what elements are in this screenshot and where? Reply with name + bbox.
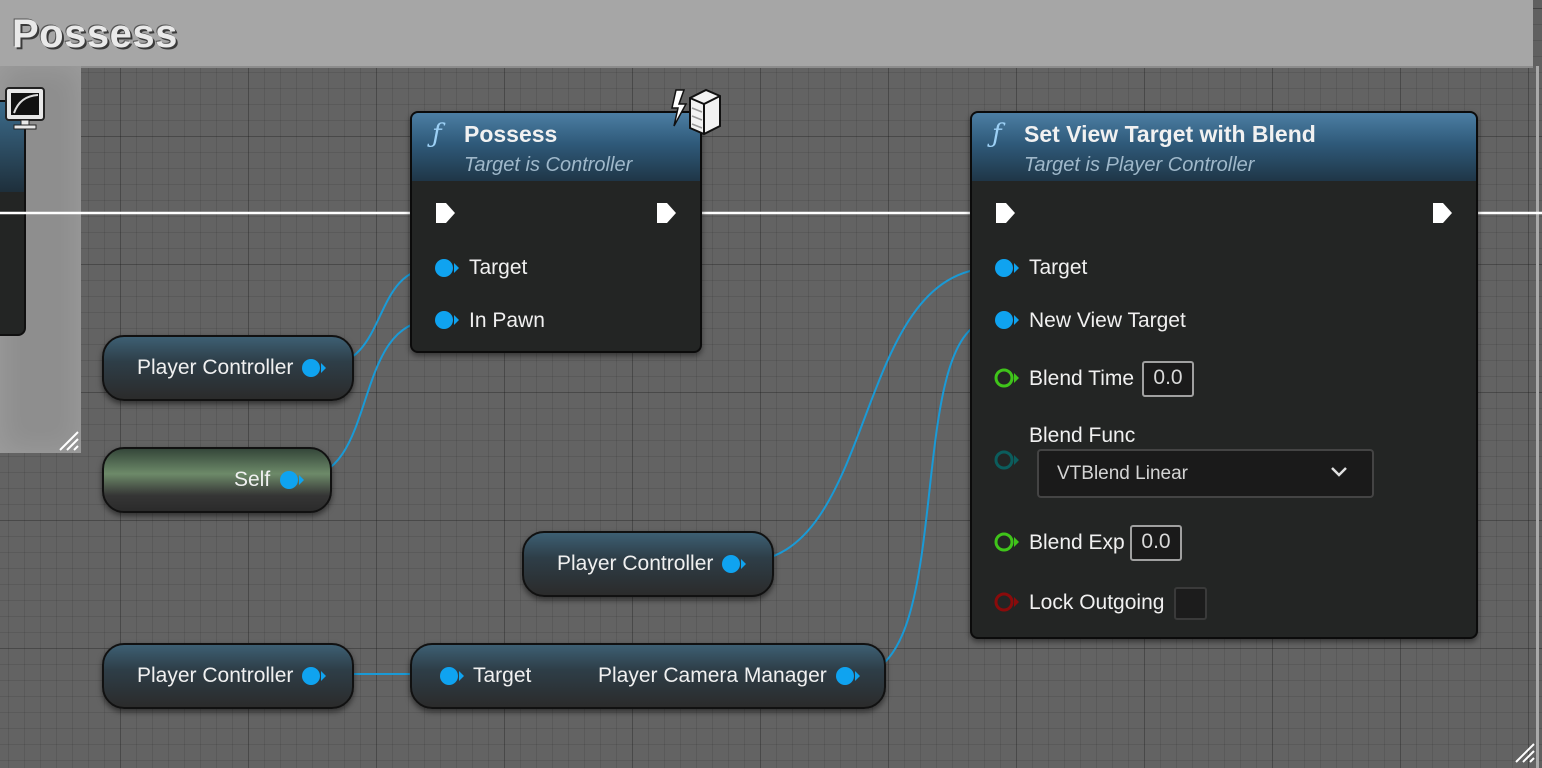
set-view-target-node-header[interactable]: ƒ Set View Target with Blend Target is P…: [972, 113, 1476, 181]
possess-node-subtitle: Target is Controller: [464, 154, 633, 176]
setview-blend-func-label: Blend Func: [1029, 424, 1136, 447]
setview-new-view-target-pin[interactable]: [993, 309, 1021, 331]
camera-manager-output-pin[interactable]: [834, 665, 862, 687]
set-view-target-node-subtitle: Target is Player Controller: [1024, 154, 1255, 176]
comment-resize-grip[interactable]: [1512, 740, 1536, 764]
function-icon: ƒ: [432, 119, 442, 149]
setview-exec-out-pin[interactable]: [1430, 201, 1454, 225]
get-player-camera-manager-node[interactable]: Target Player Camera Manager: [410, 643, 886, 709]
setview-new-view-target-label: New View Target: [1029, 309, 1186, 332]
blend-func-selected-value: VTBlend Linear: [1057, 463, 1188, 484]
player-controller-output-pin[interactable]: [720, 553, 748, 575]
self-label: Self: [234, 468, 271, 491]
authority-only-icon: [671, 88, 721, 136]
comment-title[interactable]: Possess: [12, 12, 178, 57]
blend-time-input[interactable]: 0.0: [1142, 361, 1194, 397]
setview-exec-in-pin[interactable]: [993, 201, 1017, 225]
blend-func-dropdown[interactable]: VTBlend Linear: [1037, 449, 1374, 498]
setview-blend-time-pin[interactable]: [993, 367, 1021, 389]
set-view-target-node-title: Set View Target with Blend: [1024, 121, 1316, 147]
comment-header[interactable]: Possess: [0, 0, 1533, 68]
left-comment-resize-grip[interactable]: [56, 428, 80, 452]
player-controller-getter-3[interactable]: Player Controller: [102, 643, 354, 709]
chevron-down-icon: [1331, 467, 1347, 477]
setview-lock-outgoing-label: Lock Outgoing: [1029, 591, 1165, 614]
possess-in-pawn-label: In Pawn: [469, 309, 545, 332]
possess-in-pawn-pin[interactable]: [433, 309, 461, 331]
player-controller-label: Player Controller: [137, 356, 294, 379]
monitor-icon: [5, 87, 45, 130]
setview-lock-outgoing-pin[interactable]: [993, 591, 1021, 613]
possess-node-header[interactable]: ƒ Possess Target is Controller: [412, 113, 700, 181]
lock-outgoing-checkbox[interactable]: [1174, 587, 1207, 620]
setview-blend-exp-pin[interactable]: [993, 531, 1021, 553]
possess-exec-out-pin[interactable]: [654, 201, 678, 225]
setview-blend-time-label: Blend Time: [1029, 367, 1135, 390]
self-reference-node[interactable]: Self: [102, 447, 332, 513]
player-controller-label: Player Controller: [557, 552, 714, 575]
player-controller-getter-2[interactable]: Player Controller: [522, 531, 774, 597]
blueprint-graph[interactable]: Possess ƒ Possess Target is Controller T…: [0, 0, 1542, 768]
setview-blend-func-pin[interactable]: [993, 449, 1021, 471]
setview-target-pin[interactable]: [993, 257, 1021, 279]
player-controller-output-pin[interactable]: [300, 665, 328, 687]
player-controller-label: Player Controller: [137, 664, 294, 687]
camera-manager-target-label: Target: [473, 664, 532, 687]
left-partial-node[interactable]: [0, 100, 26, 336]
possess-node-title: Possess: [464, 121, 558, 147]
camera-manager-output-label: Player Camera Manager: [598, 664, 827, 687]
setview-blend-exp-label: Blend Exp: [1029, 531, 1125, 554]
setview-target-label: Target: [1029, 256, 1088, 279]
function-icon: ƒ: [992, 119, 1002, 149]
possess-exec-in-pin[interactable]: [433, 201, 457, 225]
player-controller-getter-1[interactable]: Player Controller: [102, 335, 354, 401]
self-output-pin[interactable]: [278, 469, 306, 491]
possess-target-label: Target: [469, 256, 528, 279]
player-controller-output-pin[interactable]: [300, 357, 328, 379]
camera-manager-target-pin[interactable]: [438, 665, 466, 687]
blend-exp-input[interactable]: 0.0: [1130, 525, 1182, 561]
possess-target-pin[interactable]: [433, 257, 461, 279]
